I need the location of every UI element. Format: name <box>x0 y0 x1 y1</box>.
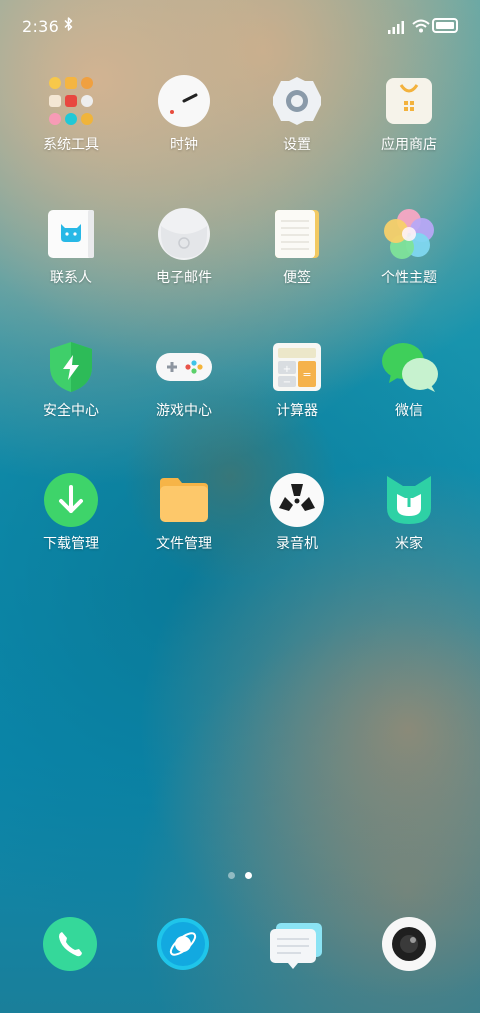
app-label: 设置 <box>283 137 311 153</box>
app-label: 联系人 <box>50 270 92 286</box>
app-file-manager[interactable]: 文件管理 <box>129 474 239 574</box>
phone-icon <box>43 917 97 971</box>
security-shield-icon <box>45 341 97 393</box>
app-label: 录音机 <box>276 536 318 552</box>
app-download-manager[interactable]: 下载管理 <box>16 473 126 574</box>
app-label: 系统工具 <box>43 137 99 153</box>
svg-text:+: + <box>283 364 291 375</box>
dock-browser-app[interactable] <box>156 917 210 971</box>
app-label: 下载管理 <box>43 536 99 552</box>
app-label: 米家 <box>395 536 423 552</box>
app-security[interactable]: 安全中心 <box>16 341 126 441</box>
app-wechat[interactable]: 微信 <box>354 341 464 441</box>
app-game-center[interactable]: 游戏中心 <box>129 341 239 441</box>
app-label: 便签 <box>283 270 311 286</box>
folder-icon <box>45 75 97 127</box>
page-dot[interactable] <box>228 872 235 879</box>
app-label: 应用商店 <box>381 137 437 153</box>
contacts-icon <box>45 208 97 260</box>
app-store[interactable]: 应用商店 <box>354 75 464 175</box>
gamepad-icon <box>156 341 212 393</box>
app-store-icon <box>383 75 435 127</box>
app-label: 游戏中心 <box>156 403 212 419</box>
mijia-icon <box>383 474 435 526</box>
dock-camera-app[interactable] <box>382 917 436 971</box>
dock-messages-app[interactable] <box>268 917 322 971</box>
app-label: 微信 <box>395 403 423 419</box>
dock-phone-app[interactable] <box>43 917 97 971</box>
signal-icon <box>388 19 404 38</box>
page-indicator <box>226 872 256 880</box>
notes-icon <box>271 208 323 260</box>
app-calculator[interactable]: + − = 计算器 <box>242 341 352 441</box>
app-label: 时钟 <box>170 137 198 153</box>
browser-icon <box>157 918 209 970</box>
svg-text:−: − <box>283 377 291 388</box>
gear-icon <box>271 75 323 127</box>
download-icon <box>44 473 98 527</box>
app-recorder[interactable]: 录音机 <box>242 473 352 574</box>
app-contacts[interactable]: 联系人 <box>16 208 126 308</box>
app-label: 文件管理 <box>156 536 212 552</box>
wifi-icon <box>412 18 430 37</box>
page-dot-active[interactable] <box>245 872 252 879</box>
app-themes[interactable]: 个性主题 <box>354 208 464 308</box>
calculator-icon: + − = <box>271 341 323 393</box>
status-bar: 2:36 <box>0 0 480 52</box>
recorder-icon <box>270 473 324 527</box>
app-label: 计算器 <box>276 403 318 419</box>
app-label: 安全中心 <box>43 403 99 419</box>
app-notes[interactable]: 便签 <box>242 208 352 308</box>
themes-icon <box>383 208 435 260</box>
email-icon <box>158 208 210 260</box>
app-clock[interactable]: 时钟 <box>129 75 239 175</box>
app-settings[interactable]: 设置 <box>242 75 352 175</box>
clock-icon <box>158 75 210 127</box>
app-label: 电子邮件 <box>156 270 212 286</box>
status-time: 2:36 <box>22 17 60 36</box>
svg-text:=: = <box>302 368 311 381</box>
folder-files-icon <box>158 474 210 526</box>
app-label: 个性主题 <box>381 270 437 286</box>
messages-icon <box>270 923 322 969</box>
app-email[interactable]: 电子邮件 <box>129 208 239 308</box>
wechat-icon <box>382 341 438 393</box>
camera-icon <box>382 917 436 971</box>
app-system-tools[interactable]: 系统工具 <box>16 75 126 175</box>
battery-icon <box>432 18 458 33</box>
app-mijia[interactable]: 米家 <box>354 474 464 574</box>
bluetooth-icon <box>64 17 73 35</box>
